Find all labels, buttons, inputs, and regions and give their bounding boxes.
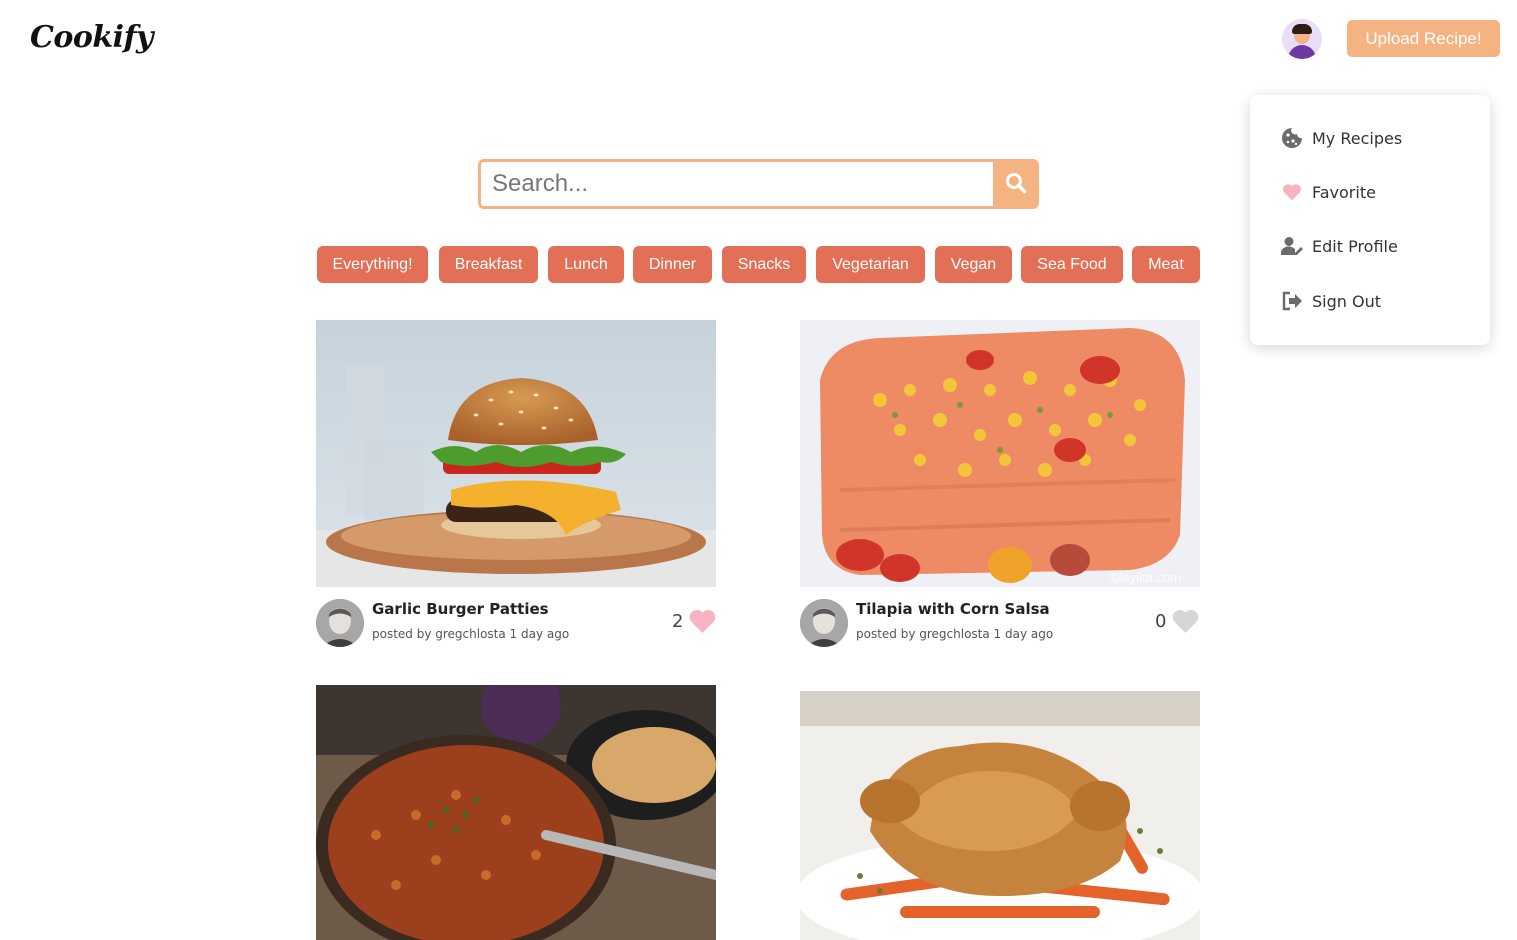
author-avatar[interactable] <box>316 599 364 647</box>
menu-item-sign-out[interactable]: Sign Out <box>1281 288 1381 314</box>
recipe-image-roast-chicken[interactable] <box>800 691 1200 940</box>
search-bar <box>478 159 1039 209</box>
category-breakfast[interactable]: Breakfast <box>439 246 538 283</box>
category-dinner[interactable]: Dinner <box>633 246 712 283</box>
avatar-hair <box>1292 24 1312 34</box>
image-watermark: ©laylita.com <box>1110 570 1181 585</box>
category-vegan[interactable]: Vegan <box>935 246 1012 283</box>
category-vegetarian[interactable]: Vegetarian <box>816 246 925 283</box>
menu-item-label: Sign Out <box>1312 291 1381 311</box>
heart-outline-icon[interactable] <box>1171 608 1200 638</box>
avatar-body <box>1288 45 1316 59</box>
recipe-title[interactable]: Tilapia with Corn Salsa <box>856 600 1050 618</box>
recipe-image-burger[interactable] <box>316 320 716 587</box>
cookie-icon <box>1281 127 1303 149</box>
menu-item-label: My Recipes <box>1312 128 1403 148</box>
like-count: 2 <box>672 611 684 632</box>
category-snacks[interactable]: Snacks <box>722 246 806 283</box>
search-button[interactable] <box>993 159 1039 209</box>
search-icon <box>1005 172 1027 197</box>
menu-item-favorite[interactable]: Favorite <box>1281 179 1376 205</box>
category-lunch[interactable]: Lunch <box>548 246 624 283</box>
search-input[interactable] <box>478 159 996 209</box>
heart-icon[interactable] <box>688 608 717 638</box>
menu-item-my-recipes[interactable]: My Recipes <box>1281 125 1402 151</box>
recipe-meta: posted by gregchlosta 1 day ago <box>372 627 570 641</box>
menu-item-label: Edit Profile <box>1312 236 1398 256</box>
sign-out-icon <box>1281 290 1303 312</box>
like-count: 0 <box>1155 611 1167 632</box>
upload-recipe-button[interactable]: Upload Recipe! <box>1347 20 1500 57</box>
recipe-image-tilapia[interactable]: ©laylita.com <box>800 320 1200 587</box>
user-dropdown-menu: My Recipes Favorite Edit Profile Sign Ou… <box>1250 95 1490 345</box>
user-edit-icon <box>1281 235 1303 257</box>
recipe-image-chili[interactable] <box>316 685 716 940</box>
category-sea-food[interactable]: Sea Food <box>1021 246 1123 283</box>
heart-icon <box>1281 181 1303 203</box>
menu-item-edit-profile[interactable]: Edit Profile <box>1281 233 1398 259</box>
recipe-meta: posted by gregchlosta 1 day ago <box>856 627 1054 641</box>
menu-item-label: Favorite <box>1312 182 1376 202</box>
recipe-title[interactable]: Garlic Burger Patties <box>372 600 549 618</box>
category-meat[interactable]: Meat <box>1132 246 1200 283</box>
cookify-logo[interactable]: Cookify <box>30 20 153 55</box>
author-avatar[interactable] <box>800 599 848 647</box>
user-avatar-button[interactable] <box>1282 19 1322 59</box>
category-everything[interactable]: Everything! <box>317 246 428 283</box>
